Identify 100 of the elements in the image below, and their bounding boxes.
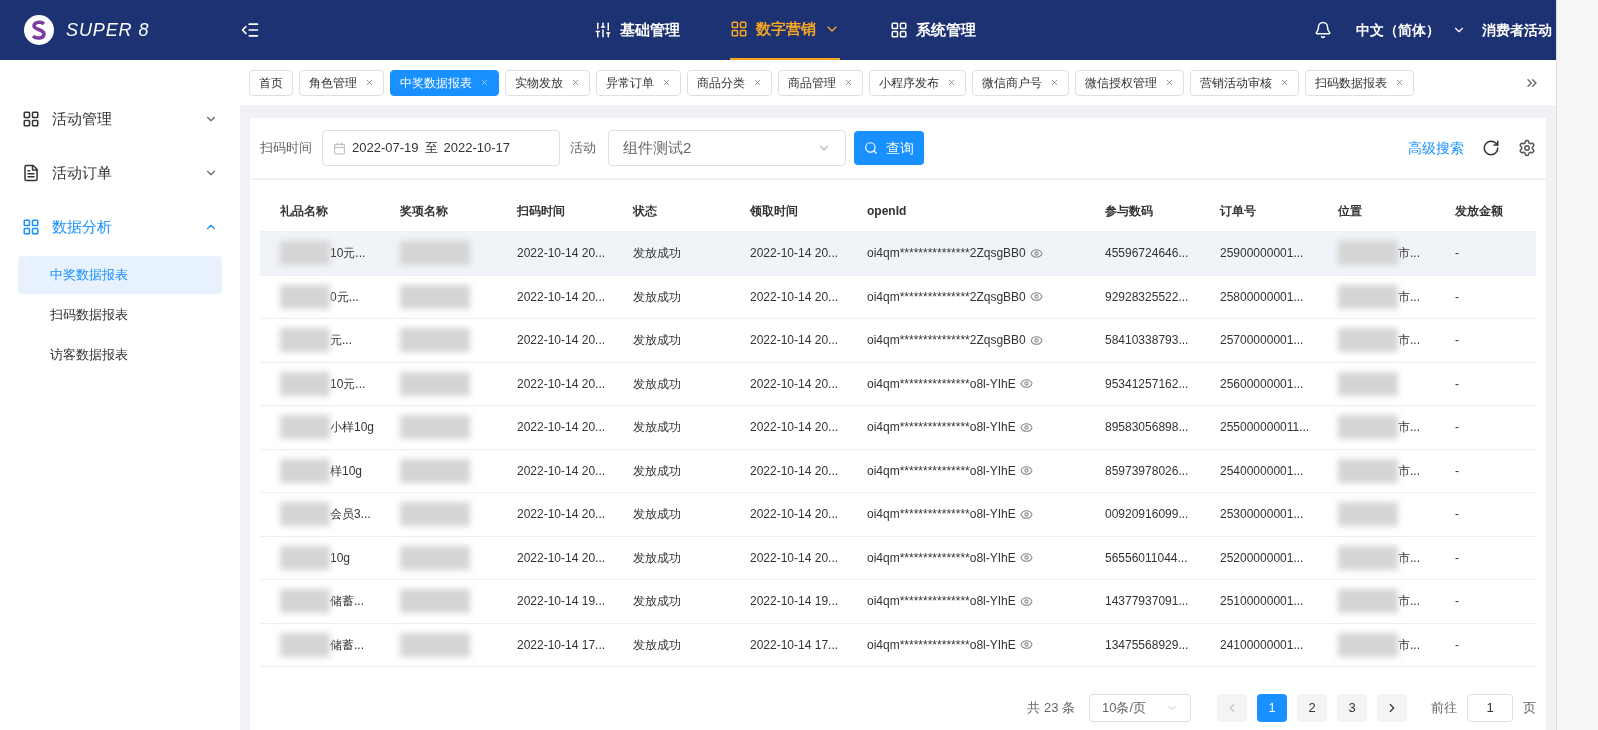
page-unit-label: 页 xyxy=(1523,699,1536,718)
sidebar-item[interactable]: 活动订单 xyxy=(18,146,222,200)
eye-icon[interactable] xyxy=(1019,594,1033,608)
page-tab[interactable]: 小程序发布 xyxy=(869,69,966,96)
sidebar-subitem[interactable]: 访客数据报表 xyxy=(18,336,222,374)
table-row[interactable]: 10元... 2022-10-14 20... 发放成功 2022-10-14 20... oi4qm***************2ZqsgBB0 45596724646... 25900000001... 市... - xyxy=(260,232,1536,276)
page-tab[interactable]: 商品分类 xyxy=(687,69,772,96)
blurred-block xyxy=(1338,284,1398,309)
sidebar-subitem[interactable]: 扫码数据报表 xyxy=(18,296,222,334)
page-input[interactable]: 1 xyxy=(1467,694,1513,722)
activity-select[interactable]: 组件测试2 xyxy=(608,130,846,166)
close-icon[interactable] xyxy=(662,78,671,87)
blurred-block xyxy=(280,589,330,614)
logo-icon xyxy=(24,15,54,45)
eye-icon[interactable] xyxy=(1019,638,1033,652)
close-icon[interactable] xyxy=(1395,78,1404,87)
field-label: 扫码时间 xyxy=(260,139,312,158)
eye-icon[interactable] xyxy=(1019,420,1033,434)
page-size-select[interactable]: 10条/页 xyxy=(1089,694,1191,722)
settings-icon[interactable] xyxy=(1518,139,1536,157)
blurred-block xyxy=(400,371,470,396)
blurred-block xyxy=(280,545,330,570)
blurred-block xyxy=(280,241,330,266)
eye-icon[interactable] xyxy=(1019,507,1033,521)
close-icon[interactable] xyxy=(571,78,580,87)
blurred-block xyxy=(400,458,470,483)
bell-icon[interactable] xyxy=(1314,21,1332,39)
close-icon[interactable] xyxy=(1280,78,1289,87)
nav-tab[interactable]: 系统管理 xyxy=(890,0,976,60)
blurred-block xyxy=(1338,241,1398,266)
table-cell-text: 25600000001... xyxy=(1220,375,1305,393)
blurred-block xyxy=(1338,458,1398,483)
table-cell-text: 2022-10-14 20... xyxy=(750,506,840,524)
table-cell-text: 85973978026... xyxy=(1105,462,1190,480)
user-name[interactable]: 消费者活动 xyxy=(1482,19,1552,41)
table-cell-text: oi4qm***************o8l-YIhE xyxy=(867,636,1016,654)
nav-tab[interactable]: 基础管理 xyxy=(594,0,680,60)
table-cell-text: 储蓄... xyxy=(330,636,364,654)
blurred-block xyxy=(280,328,330,353)
close-icon[interactable] xyxy=(365,78,374,87)
table-cell-text: 市... xyxy=(1398,593,1420,611)
page-tab[interactable]: 首页 xyxy=(249,69,293,96)
date-range-field[interactable]: 2022-07-19 至 2022-10-17 xyxy=(322,130,560,166)
table-cell-text: 25900000001... xyxy=(1220,245,1305,263)
table-cell-text: oi4qm***************o8l-YIhE xyxy=(867,593,1016,611)
table-cell-text: 元... xyxy=(330,332,352,350)
table-cell-text: 会员3... xyxy=(330,506,371,524)
close-icon[interactable] xyxy=(1050,78,1059,87)
page-tab[interactable]: 实物发放 xyxy=(505,69,590,96)
page-button[interactable]: 3 xyxy=(1337,694,1367,722)
eye-icon[interactable] xyxy=(1029,246,1043,260)
table-cell-text: 2022-10-14 19... xyxy=(517,593,607,611)
blurred-block xyxy=(280,458,330,483)
table-cell-text: 2022-10-14 20... xyxy=(750,549,840,567)
table-cell-text: - xyxy=(1455,462,1460,480)
refresh-icon[interactable] xyxy=(1482,139,1500,157)
page-tab[interactable]: 扫码数据报表 xyxy=(1305,69,1414,96)
page-tab[interactable]: 营销活动审核 xyxy=(1190,69,1299,96)
table-cell-text: 市... xyxy=(1398,245,1420,263)
table-cell-text: - xyxy=(1455,375,1460,393)
table-cell-text: 2022-10-14 20... xyxy=(517,462,607,480)
table-cell-text: 14377937091... xyxy=(1105,593,1190,611)
grid-icon xyxy=(730,20,748,38)
blurred-block xyxy=(400,241,470,266)
table-cell-text: 00920916099... xyxy=(1105,506,1190,524)
page-tab[interactable]: 角色管理 xyxy=(299,69,384,96)
table-cell-text: 2022-10-14 20... xyxy=(750,245,840,263)
eye-icon[interactable] xyxy=(1029,290,1043,304)
table-cell-text: 89583056898... xyxy=(1105,419,1190,437)
close-icon[interactable] xyxy=(844,78,853,87)
eye-icon[interactable] xyxy=(1019,377,1033,391)
blurred-block xyxy=(400,328,470,353)
eye-icon[interactable] xyxy=(1019,551,1033,565)
table-cell-text: 市... xyxy=(1398,549,1420,567)
close-icon[interactable] xyxy=(1165,78,1174,87)
table-cell-text: 发放成功 xyxy=(633,593,682,611)
table-cell-text: - xyxy=(1455,288,1460,306)
table-cell-text: 市... xyxy=(1398,462,1420,480)
eye-icon[interactable] xyxy=(1029,333,1043,347)
close-icon[interactable] xyxy=(753,78,762,87)
eye-icon[interactable] xyxy=(1019,464,1033,478)
page-tab[interactable]: 微信授权管理 xyxy=(1075,69,1184,96)
table-cell-text: 2022-10-14 20... xyxy=(517,375,607,393)
close-icon[interactable] xyxy=(947,78,956,87)
page-tab[interactable]: 商品管理 xyxy=(778,69,863,96)
table-cell-text: 市... xyxy=(1398,332,1420,350)
sidebar-item[interactable]: 活动管理 xyxy=(18,92,222,146)
grid-icon xyxy=(22,110,40,128)
page-tab[interactable]: 微信商户号 xyxy=(972,69,1069,96)
table-cell-text: 2022-10-14 20... xyxy=(750,375,840,393)
page-tab[interactable]: 异常订单 xyxy=(596,69,681,96)
page-button[interactable]: 2 xyxy=(1297,694,1327,722)
table-cell-text: 发放成功 xyxy=(633,419,682,437)
menu-icon[interactable] xyxy=(240,20,260,40)
blurred-block xyxy=(1338,371,1398,396)
table-cell-text: 市... xyxy=(1398,288,1420,306)
table-cell-text: 发放成功 xyxy=(633,375,682,393)
table-cell-text: - xyxy=(1455,506,1460,524)
language-select[interactable]: 中文（简体） xyxy=(1356,19,1466,41)
blurred-block xyxy=(280,632,330,657)
